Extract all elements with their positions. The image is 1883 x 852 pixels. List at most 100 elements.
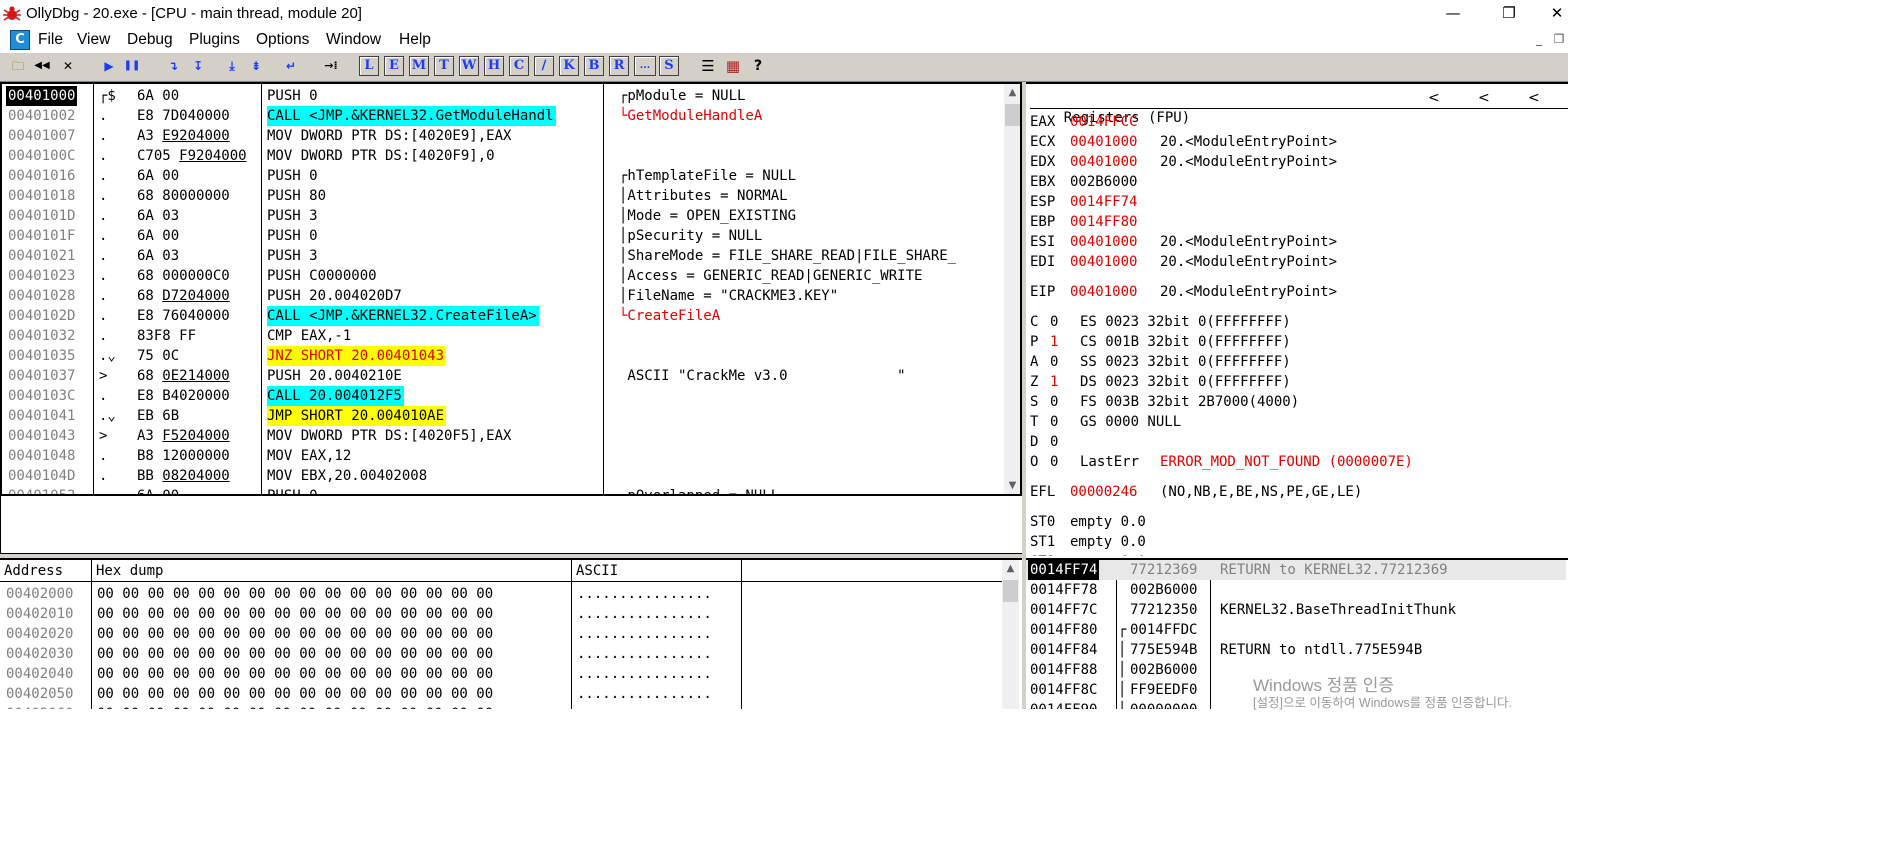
dump-header-address[interactable]: Address <box>0 560 92 582</box>
menu-window[interactable]: Window <box>326 31 381 49</box>
disasm-address[interactable]: 00401018 <box>6 186 77 206</box>
disasm-address[interactable]: 00401016 <box>6 166 77 186</box>
fpu-register-value[interactable]: empty 0.0 <box>1070 532 1146 552</box>
hex-dump-pane[interactable]: Address Hex dump ASCII 00402000 00 00 00 … <box>0 558 1022 709</box>
run-trace-button[interactable]: ... <box>634 56 656 76</box>
disasm-hex[interactable]: 6A 00 <box>137 226 179 246</box>
disasm-row[interactable]: 00401043 > A3 F5204000 MOV DWORD PTR DS:[40… <box>2 426 1002 446</box>
breakpoints-button[interactable]: B <box>584 56 604 76</box>
register-view-prev-icon[interactable]: < <box>1478 88 1490 108</box>
disasm-row[interactable]: 0040103C. E8 B4020000 CALL 20.004012F5 <box>2 386 1002 406</box>
disasm-row[interactable]: 00401037 >68 0E214000 PUSH 20.0040210E ASC… <box>2 366 1002 386</box>
disasm-address[interactable]: 00401048 <box>6 446 77 466</box>
disasm-instruction[interactable]: MOV EAX,12 <box>267 446 353 466</box>
restore-button[interactable]: ❐ <box>1486 2 1532 24</box>
scroll-down-icon[interactable]: ▼ <box>1004 477 1020 494</box>
menu-help[interactable]: Help <box>399 31 431 49</box>
dump-ascii[interactable]: ................ <box>577 684 712 704</box>
register-view-prev-icon[interactable]: < <box>1428 88 1440 108</box>
disasm-instruction[interactable]: MOV DWORD PTR DS:[4020F9],0 <box>267 146 497 166</box>
register-value[interactable]: 00401000 <box>1070 152 1137 172</box>
disasm-hex[interactable]: 6A 00 <box>137 86 179 106</box>
stack-address[interactable]: 0014FF90 <box>1028 700 1099 709</box>
register-view-prev-icon[interactable]: < <box>1528 88 1540 108</box>
menu-view[interactable]: View <box>77 31 110 49</box>
disasm-row[interactable]: 00401028. 68 D7204000 PUSH 20.004020D7 │Fil… <box>2 286 1002 306</box>
list-icon[interactable]: ☰ <box>698 56 718 76</box>
register-value[interactable]: 0014FF74 <box>1070 192 1137 212</box>
disasm-address[interactable]: 0040101D <box>6 206 77 226</box>
dump-hex[interactable]: 00 00 00 00 00 00 00 00 00 00 00 00 00 0… <box>97 624 493 644</box>
cpu-button[interactable]: C <box>509 56 529 76</box>
disasm-hex[interactable]: E8 7D040000 <box>137 106 230 126</box>
disasm-address[interactable]: 0040103C <box>6 386 77 406</box>
disasm-row[interactable]: 00401041 .⌄ EB 6B JMP SHORT 20.004010AE <box>2 406 1002 426</box>
disasm-address[interactable]: 00401000 <box>6 86 78 106</box>
stack-value[interactable]: 002B6000 <box>1130 660 1197 680</box>
disasm-row[interactable]: 00401000 ┌$ 6A 00 PUSH 0 ┌pModule = NULL <box>2 86 1002 106</box>
dump-ascii[interactable]: ................ <box>577 664 712 684</box>
disasm-instruction[interactable]: PUSH 20.004020D7 <box>267 286 404 306</box>
dump-address[interactable]: 00402050 <box>6 684 73 704</box>
stack-row[interactable]: 0014FF84 │ 775E594B RETURN to ntdll.775E594… <box>1026 640 1566 660</box>
step-into-icon[interactable]: ↴ <box>163 56 183 76</box>
mdi-restore-button[interactable]: ❐ <box>1550 32 1568 48</box>
flag-value[interactable]: 0 <box>1050 352 1058 372</box>
disasm-address[interactable]: 00401023 <box>6 266 77 286</box>
register-value[interactable]: 00000246 <box>1070 482 1137 502</box>
flag-value[interactable]: 0 <box>1050 432 1058 452</box>
stack-row[interactable]: 0014FF74 77212369 RETURN to KERNEL32.77212… <box>1026 560 1566 580</box>
disasm-instruction[interactable]: PUSH 0 <box>267 86 320 106</box>
dump-address[interactable]: 00402040 <box>6 664 73 684</box>
pause-icon[interactable]: ❚❚ <box>122 56 142 76</box>
stack-value[interactable]: 0014FFDC <box>1130 620 1197 640</box>
step-over-icon[interactable]: ↧ <box>188 56 208 76</box>
stack-address[interactable]: 0014FF78 <box>1028 580 1099 600</box>
dump-row[interactable]: 00402010 00 00 00 00 00 00 00 00 00 00 00… <box>0 604 1000 624</box>
stack-value[interactable]: 77212369 <box>1130 560 1197 580</box>
disasm-instruction[interactable]: CMP EAX,-1 <box>267 326 353 346</box>
flag-value[interactable]: 0 <box>1050 312 1058 332</box>
execute-till-return-icon[interactable]: ↵ <box>281 56 301 76</box>
disasm-row[interactable]: 0040102D. E8 76040000 CALL <JMP.&KERNEL32.… <box>2 306 1002 326</box>
disasm-row[interactable]: 0040101F. 6A 00 PUSH 0 │pSecurity = NULL <box>2 226 1002 246</box>
dump-row[interactable]: 00402040 00 00 00 00 00 00 00 00 00 00 00… <box>0 664 1000 684</box>
dump-hex[interactable]: 00 00 00 00 00 00 00 00 00 00 00 00 00 0… <box>97 644 493 664</box>
disasm-hex[interactable]: E8 B4020000 <box>137 386 230 406</box>
disassembly-scrollbar[interactable]: ▲ ▼ <box>1004 84 1020 494</box>
dump-address[interactable]: 00402010 <box>6 604 73 624</box>
disasm-row[interactable]: 0040100C. C705 F9204000 MOV DWORD PTR DS:[… <box>2 146 1002 166</box>
stack-value[interactable]: 775E594B <box>1130 640 1197 660</box>
dump-address[interactable]: 00402000 <box>6 584 73 604</box>
disasm-hex[interactable]: C705 F9204000 <box>137 146 247 166</box>
disasm-row[interactable]: 00401007. A3 E9204000 MOV DWORD PTR DS:[40… <box>2 126 1002 146</box>
dump-hex[interactable]: 00 00 00 00 00 00 00 00 00 00 00 00 00 0… <box>97 604 493 624</box>
stack-value[interactable]: 77212350 <box>1130 600 1197 620</box>
disasm-instruction[interactable]: JNZ SHORT 20.00401043 <box>267 346 447 366</box>
disasm-row[interactable]: 00401021. 6A 03 PUSH 3 │ShareMode = FILE_SH… <box>2 246 1002 266</box>
disasm-row[interactable]: 00401048. B8 12000000 MOV EAX,12 <box>2 446 1002 466</box>
stack-value[interactable]: 002B6000 <box>1130 580 1197 600</box>
stack-row[interactable]: 0014FF78 002B6000 <box>1026 580 1566 600</box>
disasm-instruction[interactable]: PUSH 3 <box>267 246 320 266</box>
disasm-row[interactable]: 00401002. E8 7D040000 CALL <JMP.&KERNEL32.… <box>2 106 1002 126</box>
disasm-hex[interactable]: B8 12000000 <box>137 446 230 466</box>
minimize-button[interactable]: — <box>1430 2 1476 24</box>
dump-header-hex[interactable]: Hex dump <box>92 560 572 582</box>
disasm-instruction[interactable]: CALL <JMP.&KERNEL32.GetModuleHandl <box>267 106 556 126</box>
dump-ascii[interactable]: ................ <box>577 704 712 709</box>
register-value[interactable]: 00401000 <box>1070 132 1137 152</box>
cpu-window-icon[interactable]: C <box>10 30 30 50</box>
open-icon[interactable]: 🗀 <box>8 56 28 76</box>
memory-map-button[interactable]: M <box>409 56 429 76</box>
trace-into-icon[interactable]: ⤓ <box>222 56 242 76</box>
dump-address[interactable]: 00402030 <box>6 644 73 664</box>
stack-row[interactable]: 0014FF7C 77212350 KERNEL32.BaseThreadInitT… <box>1026 600 1566 620</box>
stack-address[interactable]: 0014FF84 <box>1028 640 1099 660</box>
source-button[interactable]: S <box>659 56 679 76</box>
registers-pane[interactable]: Registers (FPU) < < < EAX 0014FFCC ECX 0040… <box>1026 82 1568 556</box>
scroll-up-icon[interactable]: ▲ <box>1004 84 1020 101</box>
stack-value[interactable]: 00000000 <box>1130 700 1197 709</box>
executable-modules-button[interactable]: E <box>384 56 404 76</box>
disasm-instruction[interactable]: PUSH 0 <box>267 226 320 246</box>
